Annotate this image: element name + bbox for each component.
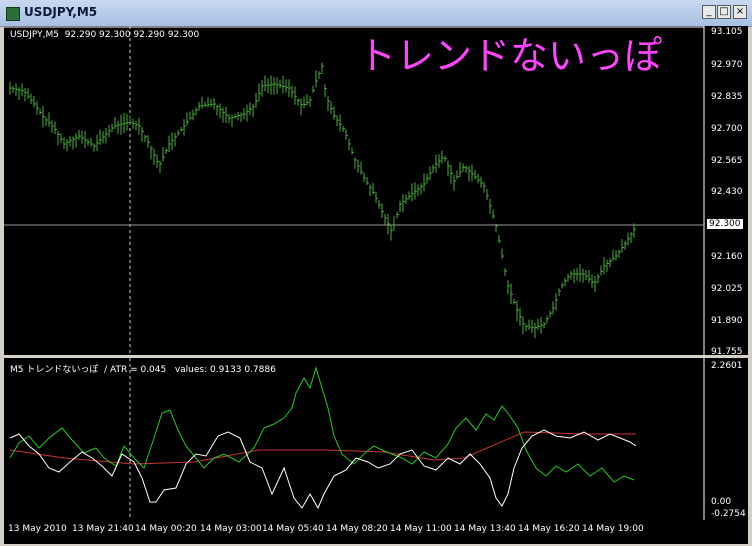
- chart-window[interactable]: USDJPY,M5 92.290 92.300 92.290 92.300 トレ…: [4, 26, 748, 544]
- price-label: 92.565: [711, 156, 743, 166]
- price-label: 92.700: [711, 124, 743, 134]
- time-label: 14 May 13:40: [454, 524, 516, 534]
- price-label: 92.160: [711, 252, 743, 262]
- window-title: USDJPY,M5: [24, 5, 98, 19]
- symbol-label: USDJPY,M5: [10, 30, 59, 40]
- price-label: 92.970: [711, 60, 743, 70]
- time-label: 14 May 08:20: [326, 524, 388, 534]
- price-label: 93.105: [711, 27, 743, 37]
- time-axis: 13 May 2010 13 May 21:40 14 May 00:20 14 Ma…: [4, 520, 748, 544]
- indicator-scale-label: 0.00: [711, 497, 732, 507]
- indicator-name: M5 トレンドないっぽ: [10, 365, 99, 375]
- price-label: 92.430: [711, 187, 743, 197]
- time-label: 14 May 05:40: [262, 524, 324, 534]
- price-label: 92.835: [711, 92, 743, 102]
- time-label: 14 May 03:00: [200, 524, 262, 534]
- price-label: 91.890: [711, 316, 743, 326]
- app-icon: [6, 7, 20, 21]
- symbol-info: USDJPY,M5 92.290 92.300 92.290 92.300: [10, 30, 199, 40]
- close-button[interactable]: ×: [733, 5, 747, 19]
- time-label: 14 May 00:20: [135, 524, 197, 534]
- time-label: 14 May 11:00: [390, 524, 452, 534]
- chart-annotation: トレンドないっぽ: [358, 34, 663, 78]
- price-label: 92.025: [711, 284, 743, 294]
- indicator-scale-label: -0.2754: [711, 509, 746, 519]
- time-label: 13 May 21:40: [72, 524, 134, 534]
- indicator-chart[interactable]: [4, 358, 748, 520]
- atr-value: / ATR = 0.045: [104, 365, 167, 375]
- title-bar: USDJPY,M5 _ □ ×: [0, 0, 752, 27]
- indicator-pane[interactable]: M5 トレンドないっぽ / ATR = 0.045 values: 0.9133…: [4, 358, 748, 528]
- indicator-scale-label: 2.2601: [711, 361, 743, 371]
- indicator-values: values: 0.9133 0.7886: [174, 365, 276, 375]
- ohlc-values: 92.290 92.300 92.290 92.300: [64, 30, 200, 40]
- minimize-button[interactable]: _: [702, 5, 716, 19]
- time-label: 14 May 19:00: [582, 524, 644, 534]
- indicator-info: M5 トレンドないっぽ / ATR = 0.045 values: 0.9133…: [10, 362, 276, 375]
- price-label: 92.300: [707, 219, 743, 229]
- time-label: 14 May 16:20: [518, 524, 580, 534]
- maximize-button[interactable]: □: [717, 5, 731, 19]
- time-label: 13 May 2010: [8, 524, 67, 534]
- price-pane[interactable]: USDJPY,M5 92.290 92.300 92.290 92.300 トレ…: [4, 26, 748, 357]
